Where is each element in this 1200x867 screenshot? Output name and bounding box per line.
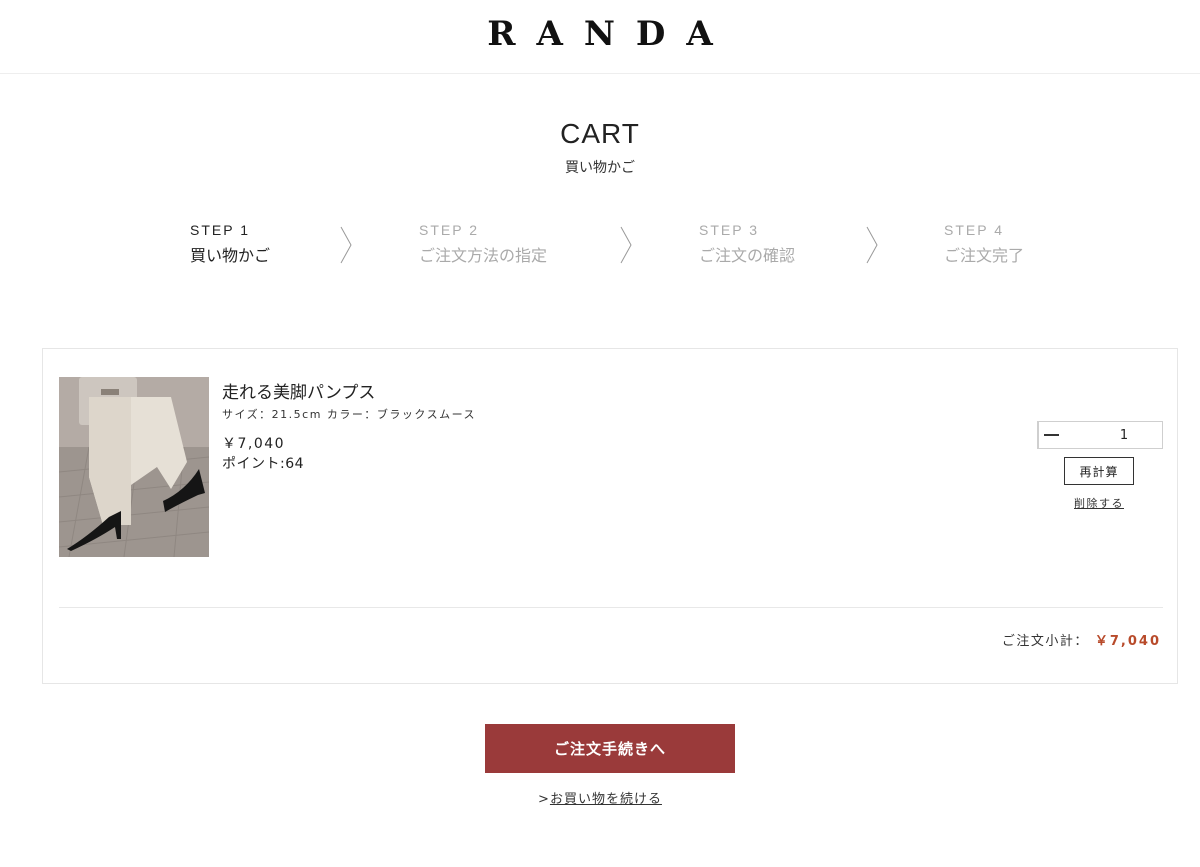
step-label: ご注文方法の指定 <box>419 246 548 265</box>
step-number: STEP 1 <box>190 222 250 238</box>
minus-icon <box>1044 434 1059 436</box>
step-2: STEP 2 ご注文方法の指定 <box>419 222 547 266</box>
product-image[interactable] <box>59 377 209 557</box>
step-number: STEP 3 <box>699 222 759 238</box>
product-photo <box>59 377 209 557</box>
product-variant: サイズ：21.5cm カラー：ブラックスムース <box>222 408 477 421</box>
recalculate-button[interactable]: 再計算 <box>1064 457 1134 485</box>
cart-item-panel: 走れる美脚パンプス サイズ：21.5cm カラー：ブラックスムース ￥7,040… <box>42 348 1200 684</box>
page-title: CART <box>560 118 640 149</box>
product-name[interactable]: 走れる美脚パンプス <box>222 378 375 403</box>
divider <box>59 607 1163 608</box>
step-1: STEP 1 買い物かご <box>190 222 270 266</box>
quantity-stepper <box>1037 421 1200 449</box>
page-subtitle: 買い物かご <box>565 160 635 176</box>
continue-shopping-link[interactable]: お買い物を続ける <box>550 792 662 807</box>
quantity-decrease-button[interactable] <box>1038 422 1059 448</box>
proceed-to-checkout-button[interactable]: ご注文手続きへ <box>485 724 735 773</box>
delete-item-link[interactable]: 削除する <box>1043 495 1155 511</box>
site-logo[interactable]: RANDA <box>0 14 1200 54</box>
step-number: STEP 2 <box>419 222 479 238</box>
step-4: STEP 4 ご注文完了 <box>944 222 1024 266</box>
step-3: STEP 3 ご注文の確認 <box>699 222 795 266</box>
step-label: ご注文完了 <box>944 246 1025 265</box>
quantity-input[interactable] <box>1039 422 1200 448</box>
continue-shopping: >お買い物を続ける <box>0 788 1200 807</box>
chevron-right-icon <box>620 226 632 264</box>
product-price: ￥7,040 <box>222 436 286 452</box>
chevron-right-icon <box>866 226 878 264</box>
continue-prefix: > <box>538 792 550 807</box>
product-points: ポイント:64 <box>222 456 305 472</box>
subtotal-value: ￥7,040 <box>1094 634 1161 649</box>
order-subtotal: ご注文小計： ￥7,040 <box>1002 630 1161 649</box>
step-label: ご注文の確認 <box>699 246 796 265</box>
step-label: 買い物かご <box>190 246 271 265</box>
site-header: RANDA <box>0 0 1200 74</box>
chevron-right-icon <box>340 226 352 264</box>
subtotal-label: ご注文小計： <box>1001 634 1089 649</box>
step-number: STEP 4 <box>944 222 1004 238</box>
